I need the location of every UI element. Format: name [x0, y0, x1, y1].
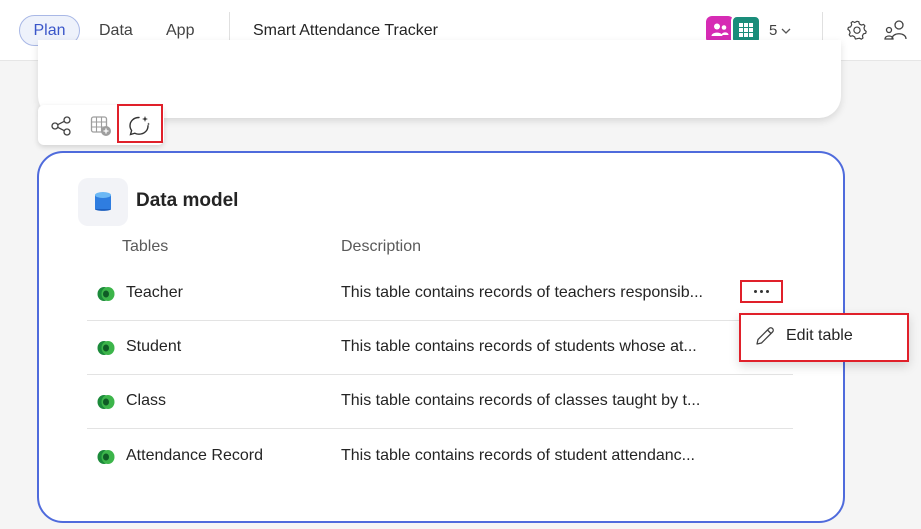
database-icon: [78, 178, 128, 226]
grid-icon: [739, 23, 753, 37]
copilot-highlight: [117, 104, 163, 143]
more-icon: [754, 290, 757, 293]
table-name: Attendance Record: [126, 447, 263, 464]
table-name: Student: [126, 338, 182, 355]
dataverse-table-icon: [97, 287, 115, 301]
dataverse-table-icon: [97, 341, 115, 355]
table-description: This table contains records of student a…: [341, 447, 695, 464]
context-menu: Edit table: [739, 313, 909, 362]
share-people-icon[interactable]: [884, 18, 908, 42]
table-description: This table contains records of students …: [341, 338, 697, 355]
row-divider: [87, 428, 793, 429]
menu-item-edit-table[interactable]: Edit table: [754, 325, 853, 347]
pencil-icon: [756, 327, 774, 345]
table-row[interactable]: Student This table contains records of s…: [87, 321, 793, 375]
column-header-description: Description: [341, 238, 422, 255]
people-icon: [711, 23, 729, 36]
column-header-tables: Tables: [122, 238, 169, 255]
table-row[interactable]: Attendance Record This table contains re…: [87, 430, 793, 484]
menu-item-label: Edit table: [786, 327, 853, 344]
table-row[interactable]: Teacher This table contains records of t…: [87, 267, 793, 321]
collaborator-count-value: 5: [769, 22, 778, 39]
table-name: Teacher: [126, 284, 183, 301]
chevron-down-icon: [781, 28, 791, 34]
data-model-title: Data model: [136, 190, 239, 211]
dataverse-table-icon: [97, 450, 115, 464]
table-row[interactable]: Class This table contains records of cla…: [87, 375, 793, 429]
more-options-button[interactable]: [740, 280, 783, 303]
dataverse-table-icon: [97, 395, 115, 409]
diagram-icon[interactable]: [49, 113, 75, 139]
table-description: This table contains records of teachers …: [341, 284, 703, 301]
table-description: This table contains records of classes t…: [341, 392, 701, 409]
table-name: Class: [126, 392, 167, 409]
gear-icon[interactable]: [845, 18, 869, 42]
table-add-icon[interactable]: [88, 113, 114, 139]
